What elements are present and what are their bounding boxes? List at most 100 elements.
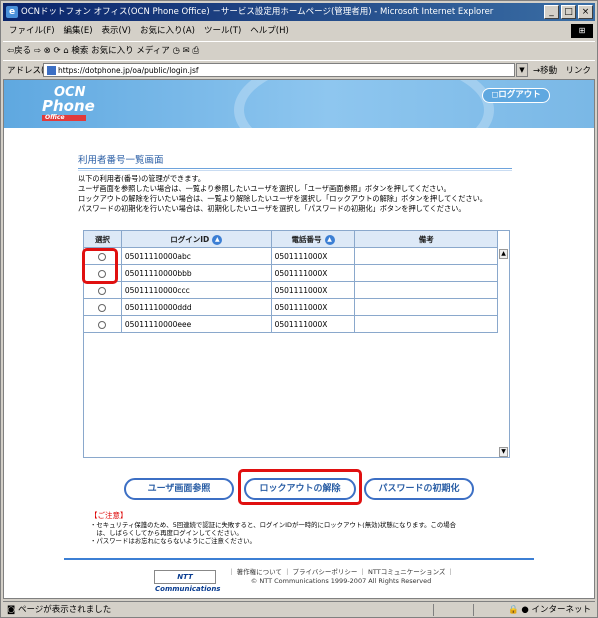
banner-swoosh xyxy=(234,80,494,128)
login-id-cell: 05011110000ddd xyxy=(120,298,272,316)
home-icon[interactable]: ⌂ xyxy=(63,46,68,56)
toolbar: ⇦戻る ⇨ ⊗ ⟳ ⌂ 検索 お気に入り メディア ◷ ✉ ⎙ xyxy=(3,41,595,59)
security-zone: 🔒 ● インターネット xyxy=(508,605,591,615)
sort-up-icon[interactable]: ▲ xyxy=(324,234,335,245)
header-banner: OCN Phone Office ◻ログアウト xyxy=(4,80,594,128)
note-cell xyxy=(354,315,498,333)
menu-view[interactable]: 表示(V) xyxy=(102,22,131,40)
menu-file[interactable]: ファイル(F) xyxy=(9,22,55,40)
phone-cell: 0501111000X xyxy=(270,315,356,333)
login-id-cell: 05011110000bbb xyxy=(120,264,272,282)
header-phone[interactable]: 電話番号 ▲ xyxy=(270,230,356,248)
refresh-icon[interactable]: ⟳ xyxy=(53,46,60,56)
phone-cell: 0501111000X xyxy=(270,298,356,316)
phone-cell: 0501111000X xyxy=(270,247,356,265)
windows-logo-icon: ⊞ xyxy=(571,24,593,38)
logo-office-text: Office xyxy=(42,115,86,121)
table-row[interactable]: 05011110000ddd 0501111000X xyxy=(83,298,498,316)
highlight-radio-box xyxy=(82,248,118,284)
window-controls: _ □ × xyxy=(544,5,593,19)
row-radio[interactable] xyxy=(98,303,107,312)
ie-icon: e xyxy=(6,6,18,18)
scroll-up-arrow-icon[interactable]: ▲ xyxy=(499,249,508,259)
user-table: 選択 ログインID ▲ 電話番号 ▲ 備考 05011110000abc 05011… xyxy=(83,230,498,333)
select-cell[interactable] xyxy=(83,281,122,299)
scroll-down-arrow-icon[interactable]: ▼ xyxy=(499,447,508,457)
ocn-phone-logo: OCN Phone Office xyxy=(42,86,95,121)
minimize-button[interactable]: _ xyxy=(544,5,559,19)
phone-cell: 0501111000X xyxy=(270,281,356,299)
row-radio[interactable] xyxy=(98,320,107,329)
status-page-icon: ◙ xyxy=(7,605,16,615)
notice-line: は、しばらくしてから再度ログインしてください。 xyxy=(90,529,243,537)
address-input[interactable]: https://dotphone.jp/oa/public/login.jsf xyxy=(43,63,515,77)
browser-window: e OCNドットフォン オフィス(OCN Phone Office) －サービス… xyxy=(0,0,598,618)
links-button[interactable]: リンク xyxy=(565,64,591,76)
table-header-row: 選択 ログインID ▲ 電話番号 ▲ 備考 xyxy=(83,230,498,248)
menu-help[interactable]: ヘルプ(H) xyxy=(250,22,289,40)
back-button[interactable]: ⇦戻る xyxy=(7,46,31,56)
close-button[interactable]: × xyxy=(578,5,593,19)
favorites-button[interactable]: お気に入り xyxy=(91,46,134,56)
page-viewport[interactable]: OCN Phone Office ◻ログアウト 利用者番号一覧画面 以下の利用者… xyxy=(3,79,595,599)
window-title: OCNドットフォン オフィス(OCN Phone Office) －サービス設定… xyxy=(21,7,494,17)
intro-line: パスワードの初期化を行いたい場合は、初期化したいユーザを選択し「パスワードの初期… xyxy=(78,204,466,213)
table-row[interactable]: 05011110000ccc 0501111000X xyxy=(83,281,498,299)
header-login-id[interactable]: ログインID ▲ xyxy=(120,230,272,248)
footer-links[interactable]: ｜ 著作権について ｜ プライバシーポリシー ｜ NTTコミュニケーションズ ｜ xyxy=(228,568,454,577)
table-row[interactable]: 05011110000abc 0501111000X xyxy=(83,247,498,265)
reset-password-button[interactable]: パスワードの初期化 xyxy=(364,478,474,500)
go-button[interactable]: →移動 xyxy=(533,64,557,76)
header-note: 備考 xyxy=(354,230,498,248)
menu-tools[interactable]: ツール(T) xyxy=(204,22,241,40)
menu-edit[interactable]: 編集(E) xyxy=(64,22,93,40)
copyright: © NTT Communications 1999-2007 All Right… xyxy=(250,576,432,585)
address-dropdown-icon[interactable]: ▼ xyxy=(516,63,528,77)
logout-button[interactable]: ◻ログアウト xyxy=(482,88,550,103)
status-divider xyxy=(433,604,434,616)
status-text: ページが表示されました xyxy=(17,605,112,615)
header-login-id-label: ログインID xyxy=(170,234,210,244)
select-cell[interactable] xyxy=(83,315,122,333)
note-cell xyxy=(354,247,498,265)
sort-up-icon[interactable]: ▲ xyxy=(212,234,223,245)
logout-label: ログアウト xyxy=(498,90,541,100)
footer-text: ｜ 著作権について ｜ プライバシーポリシー ｜ NTTコミュニケーションズ ｜… xyxy=(228,568,454,585)
intro-text: 以下の利用者(番号)の管理ができます。 ユーザ画面を参照したい場合は、一覧より参… xyxy=(78,174,528,214)
status-bar: ◙ ページが表示されました 🔒 ● インターネット xyxy=(3,601,595,617)
menu-bar: ファイル(F) 編集(E) 表示(V) お気に入り(A) ツール(T) ヘルプ(… xyxy=(3,22,595,40)
menu-favorites[interactable]: お気に入り(A) xyxy=(140,22,195,40)
login-id-cell: 05011110000ccc xyxy=(120,281,272,299)
select-cell[interactable] xyxy=(83,298,122,316)
intro-line: 以下の利用者(番号)の管理ができます。 xyxy=(78,174,206,183)
forward-button[interactable]: ⇨ xyxy=(34,46,41,56)
table-row[interactable]: 05011110000bbb 0501111000X xyxy=(83,264,498,282)
maximize-button[interactable]: □ xyxy=(561,5,576,19)
footer-rule xyxy=(64,558,534,560)
notice-title: 【ご注意】 xyxy=(90,511,128,520)
print-icon[interactable]: ⎙ xyxy=(192,46,199,56)
history-icon[interactable]: ◷ xyxy=(172,46,179,56)
login-id-cell: 05011110000abc xyxy=(120,247,272,265)
notice-line: ・パスワードはお忘れにならないようにご注意ください。 xyxy=(90,537,256,545)
mail-icon[interactable]: ✉ xyxy=(183,46,190,56)
notice-text: ・セキュリティ保護のため、5回連続で認証に失敗すると、ログインIDが一時的にロッ… xyxy=(90,521,456,545)
user-view-button[interactable]: ユーザ画面参照 xyxy=(124,478,234,500)
highlight-unlock-box xyxy=(238,469,362,505)
heading-rule xyxy=(78,168,512,169)
address-bar: アドレス(D) https://dotphone.jp/oa/public/lo… xyxy=(3,60,595,78)
media-button[interactable]: メディア xyxy=(136,46,169,56)
note-cell xyxy=(354,298,498,316)
phone-cell: 0501111000X xyxy=(270,264,356,282)
table-row[interactable]: 05011110000eee 0501111000X xyxy=(83,315,498,333)
title-bar[interactable]: e OCNドットフォン オフィス(OCN Phone Office) －サービス… xyxy=(3,3,595,21)
login-id-cell: 05011110000eee xyxy=(120,315,272,333)
search-button[interactable]: 検索 xyxy=(71,46,88,56)
row-radio[interactable] xyxy=(98,286,107,295)
heading-rule-light xyxy=(78,170,512,171)
stop-icon[interactable]: ⊗ xyxy=(44,46,51,56)
header-select: 選択 xyxy=(83,230,122,248)
ntt-logo: NTT Communications xyxy=(154,570,220,593)
note-cell xyxy=(354,264,498,282)
header-phone-label: 電話番号 xyxy=(291,234,322,244)
